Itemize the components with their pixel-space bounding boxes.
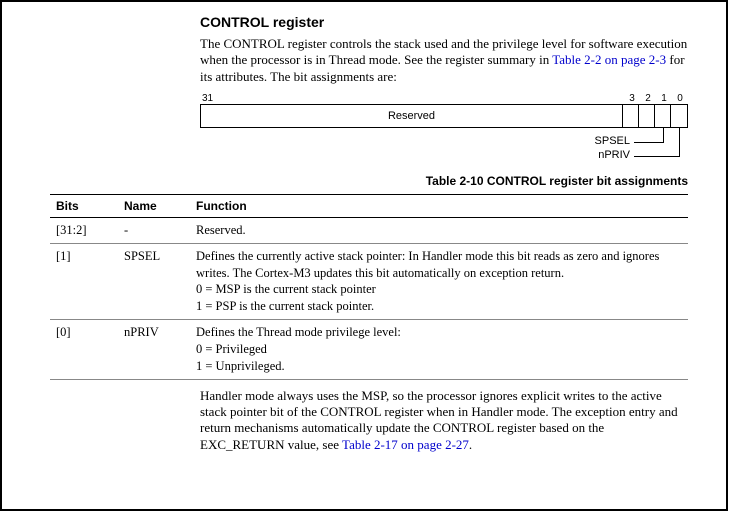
- cell-function: Defines the currently active stack point…: [190, 243, 688, 320]
- col-header-bits: Bits: [50, 194, 118, 217]
- table-wrapper: Bits Name Function [31:2]-Reserved.[1]SP…: [20, 194, 708, 380]
- cell-name: nPRIV: [118, 320, 190, 380]
- cell-bits: [31:2]: [50, 217, 118, 243]
- col-header-func: Function: [190, 194, 688, 217]
- intro-xref-link[interactable]: Table 2-2 on page 2-3: [552, 52, 666, 67]
- section-title: CONTROL register: [200, 14, 688, 30]
- bitfield-cell-3: [623, 105, 639, 127]
- bitfield-box: Reserved: [200, 104, 688, 128]
- table-row: [31:2]-Reserved.: [50, 217, 688, 243]
- bitfield-labels: SPSEL nPRIV: [200, 128, 688, 168]
- function-line: 1 = PSP is the current stack pointer.: [196, 299, 374, 313]
- function-line: 0 = MSP is the current stack pointer: [196, 282, 376, 296]
- bitfield-cell-2: [639, 105, 655, 127]
- cell-bits: [1]: [50, 243, 118, 320]
- bitfield-label-spsel: SPSEL: [595, 135, 630, 147]
- cell-name: -: [118, 217, 190, 243]
- table-row: [0]nPRIVDefines the Thread mode privileg…: [50, 320, 688, 380]
- bitfield-cell-1: [655, 105, 671, 127]
- cell-name: SPSEL: [118, 243, 190, 320]
- bit-index-3: 3: [624, 93, 640, 104]
- bit-index-2: 2: [640, 93, 656, 104]
- bitfield-diagram: 31 3 2 1 0 Reserved: [200, 93, 688, 168]
- footer-xref-link[interactable]: Table 2-17 on page 2-27: [342, 437, 469, 452]
- col-header-name: Name: [118, 194, 190, 217]
- bitfield-label-npriv: nPRIV: [598, 149, 630, 161]
- cell-bits: [0]: [50, 320, 118, 380]
- function-line: Defines the Thread mode privilege level:: [196, 325, 401, 339]
- function-line: 1 = Unprivileged.: [196, 359, 285, 373]
- bitfield-bit-numbers: 31 3 2 1 0: [200, 93, 688, 104]
- page-content: CONTROL register The CONTROL register co…: [2, 2, 726, 453]
- cell-function: Reserved.: [190, 217, 688, 243]
- footer-text-post: .: [469, 437, 472, 452]
- table-header-row: Bits Name Function: [50, 194, 688, 217]
- bitfield-cell-0: [671, 105, 687, 127]
- cell-function: Defines the Thread mode privilege level:…: [190, 320, 688, 380]
- intro-paragraph: The CONTROL register controls the stack …: [200, 36, 688, 85]
- function-line: Reserved.: [196, 223, 246, 237]
- function-line: Defines the currently active stack point…: [196, 249, 659, 280]
- bit-assignments-table: Bits Name Function [31:2]-Reserved.[1]SP…: [50, 194, 688, 380]
- function-line: 0 = Privileged: [196, 342, 267, 356]
- header-block: CONTROL register The CONTROL register co…: [200, 14, 688, 168]
- page-frame: CONTROL register The CONTROL register co…: [0, 0, 728, 511]
- bitfield-reserved-cell: Reserved: [201, 105, 623, 127]
- bit-index-1: 1: [656, 93, 672, 104]
- footer-paragraph: Handler mode always uses the MSP, so the…: [200, 388, 688, 453]
- bit-index-31: 31: [200, 93, 220, 104]
- bit-index-0: 0: [672, 93, 688, 104]
- table-row: [1]SPSELDefines the currently active sta…: [50, 243, 688, 320]
- table-caption: Table 2-10 CONTROL register bit assignme…: [20, 174, 688, 188]
